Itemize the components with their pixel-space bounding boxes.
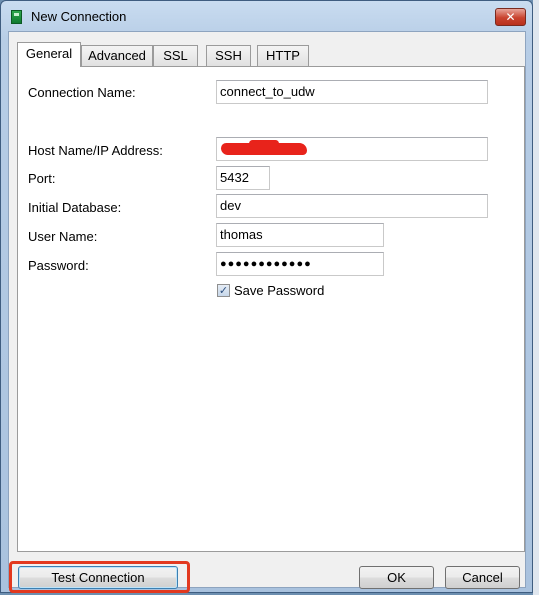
title-bar[interactable]: New Connection ✕ (1, 1, 532, 31)
password-label: Password: (28, 258, 89, 273)
save-password-label[interactable]: Save Password (234, 283, 324, 298)
password-input[interactable]: ●●●●●●●●●●●● (216, 252, 384, 276)
tab-ssl[interactable]: SSL (153, 45, 198, 66)
port-label: Port: (28, 171, 56, 186)
user-name-label: User Name: (28, 229, 98, 244)
new-connection-dialog: New Connection ✕ General Advanced SSL SS… (0, 0, 533, 593)
window-title: New Connection (31, 9, 127, 24)
tab-ssh[interactable]: SSH (206, 45, 251, 66)
port-input[interactable]: 5432 (216, 166, 270, 190)
host-label: Host Name/IP Address: (28, 143, 163, 158)
highlight-annotation (9, 561, 190, 593)
host-input[interactable] (216, 137, 488, 161)
dialog-client-area: General Advanced SSL SSH HTTP Connection… (8, 31, 526, 589)
connection-name-label: Connection Name: (28, 85, 136, 100)
tab-http[interactable]: HTTP (257, 45, 309, 66)
initial-database-label: Initial Database: (28, 200, 122, 215)
tab-general[interactable]: General (17, 42, 81, 67)
cancel-button[interactable]: Cancel (445, 566, 520, 589)
user-name-input[interactable]: thomas (216, 223, 384, 247)
ok-button[interactable]: OK (359, 566, 434, 589)
save-password-checkbox[interactable]: ✓ (217, 284, 230, 297)
background-strip (533, 0, 539, 595)
initial-database-input[interactable]: dev (216, 194, 488, 218)
app-db-icon (11, 10, 22, 24)
redaction-mark (221, 140, 307, 155)
close-button[interactable]: ✕ (495, 8, 526, 26)
tab-advanced[interactable]: Advanced (81, 45, 153, 66)
general-tab-panel: Connection Name: connect_to_udw Host Nam… (17, 66, 525, 552)
connection-name-input[interactable]: connect_to_udw (216, 80, 488, 104)
